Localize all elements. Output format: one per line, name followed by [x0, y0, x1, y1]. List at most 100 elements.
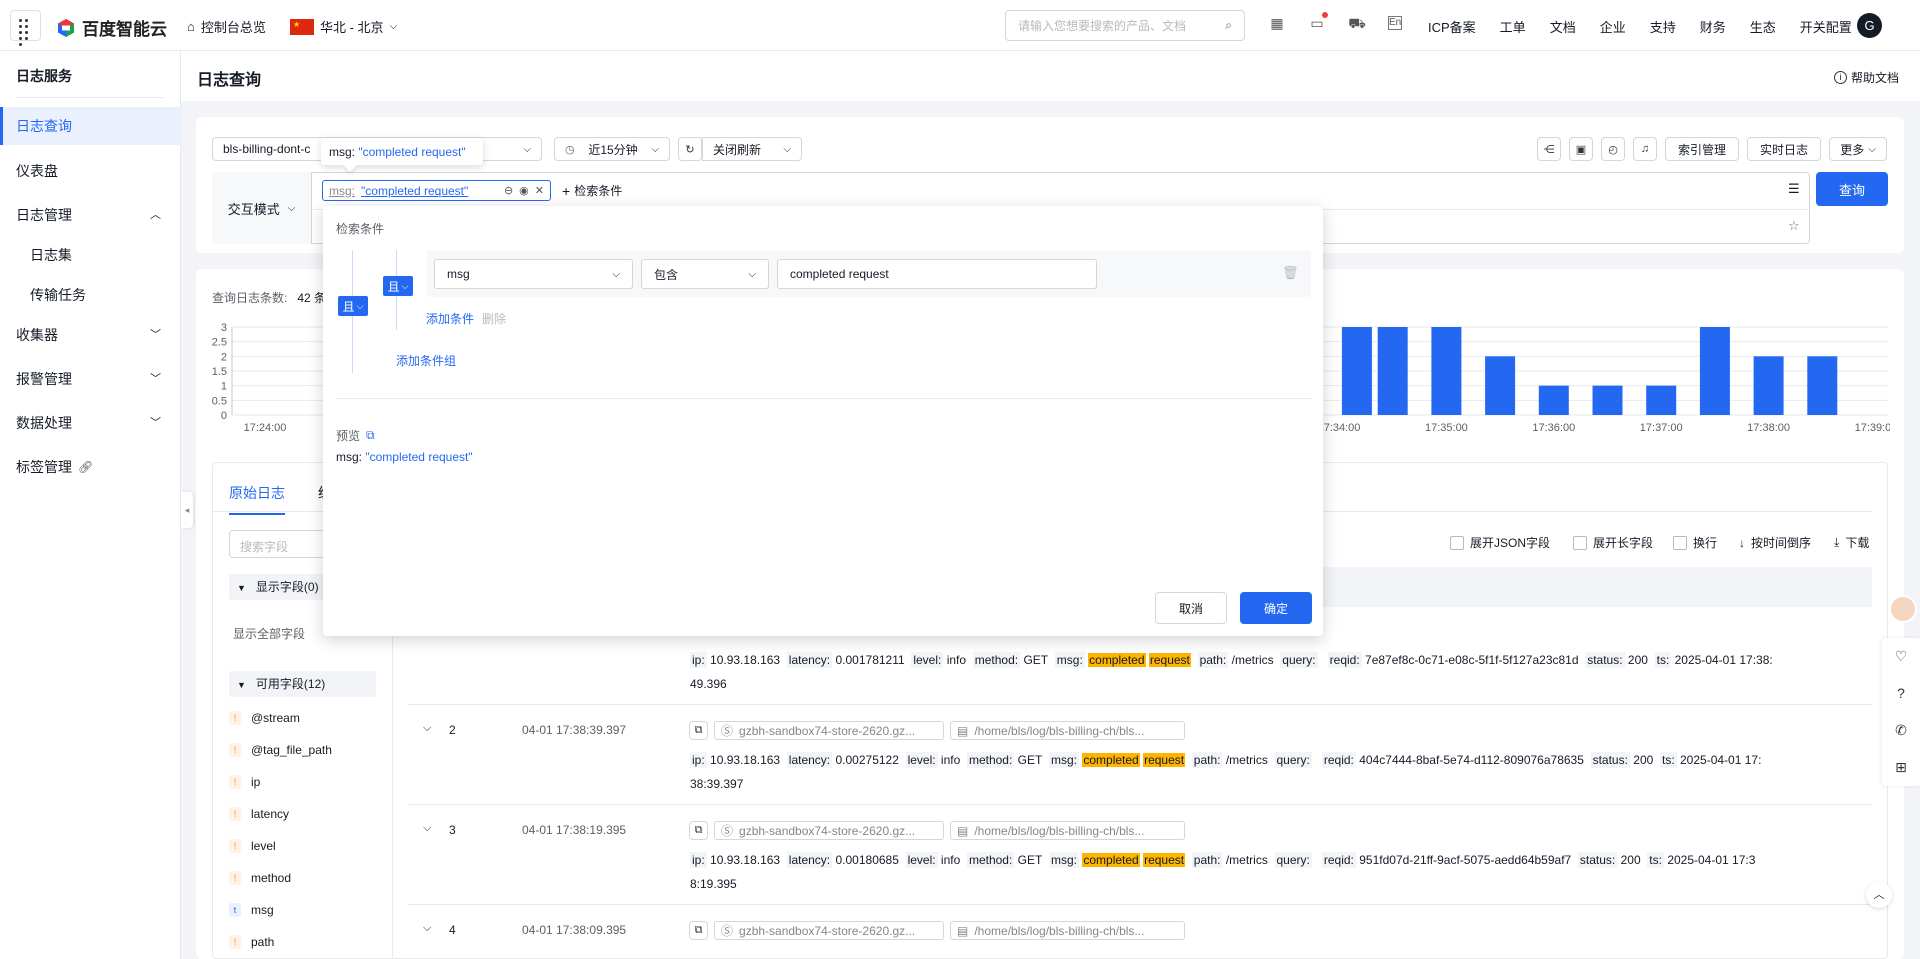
realtime-log-button[interactable]: 实时日志 [1747, 137, 1821, 161]
field-item[interactable]: ! ip [229, 775, 260, 789]
field-item[interactable]: ! level [229, 839, 276, 853]
history-icon[interactable]: ◴ [1601, 137, 1625, 161]
brand-logo[interactable]: 百度智能云 [56, 15, 167, 40]
checkbox[interactable] [1673, 535, 1687, 550]
list-format-icon[interactable]: ☰ [1788, 181, 1800, 197]
sidebar-item-transfer-task[interactable]: 传输任务 [0, 276, 181, 314]
disable-icon[interactable]: ⊖ [504, 184, 513, 197]
refresh-icon[interactable]: ↻ [678, 137, 702, 161]
host-tag[interactable]: Ⓢgzbh-sandbox74-store-2620.gz... [714, 921, 944, 940]
file-tag[interactable]: ▤ /home/bls/log/bls-billing-ch/bls... [950, 821, 1185, 840]
expand-json-option[interactable]: 展开JSON字段 [1450, 534, 1550, 551]
time-range-select[interactable]: ◷ 近15分钟 ⌵ [554, 137, 670, 161]
condition-chip[interactable]: msg: "completed request" ⊖ ◉ ✕ [322, 180, 551, 201]
file-tag[interactable]: ▤ /home/bls/log/bls-billing-ch/bls... [950, 921, 1185, 940]
delete-button[interactable]: 删除 [482, 310, 506, 327]
sidebar-item-data-processing[interactable]: 数据处理 ﹀ [0, 404, 181, 442]
field-item[interactable]: ! latency [229, 807, 289, 821]
chevron-down-icon[interactable]: ⌵ [423, 822, 431, 835]
copy-icon[interactable]: ⧉ [366, 428, 375, 443]
save-icon[interactable]: ▣ [1569, 137, 1593, 161]
mode-select[interactable]: 交互模式 ⌵ [212, 172, 312, 244]
topbar-link-enterprise[interactable]: 企业 [1600, 17, 1626, 36]
global-search-input[interactable]: 请输入您想要搜索的产品、文档 ⌕ [1005, 10, 1245, 41]
sidebar-collapse-handle[interactable]: ◂ [181, 492, 193, 528]
sidebar-item-alarm[interactable]: 报警管理 ﹀ [0, 360, 181, 398]
auto-refresh-select[interactable]: 关闭刷新 ⌵ [702, 137, 802, 161]
field-item[interactable]: ! @tag_file_path [229, 743, 332, 757]
region-selector[interactable]: 华北 - 北京 ⌵ [290, 17, 397, 36]
topbar-link-support[interactable]: 支持 [1650, 17, 1676, 36]
heart-icon[interactable]: ♡ [1882, 638, 1920, 675]
user-avatar[interactable]: G [1857, 13, 1882, 38]
copy-icon[interactable]: ⧉ [689, 821, 708, 840]
add-search-condition-button[interactable]: + 检索条件 [562, 182, 622, 199]
confirm-button[interactable]: 确定 [1240, 592, 1312, 624]
host-tag[interactable]: Ⓢgzbh-sandbox74-store-2620.gz... [714, 821, 944, 840]
message-icon[interactable]: ▭ [1308, 12, 1328, 32]
ip-value: 10.93.18.163 [710, 753, 781, 767]
operator-select[interactable]: 包含 ⌵ [641, 259, 769, 289]
expand-long-field-option[interactable]: 展开长字段 [1573, 534, 1653, 551]
inner-logic-select[interactable]: 且 ⌵ [383, 276, 413, 296]
topbar-link-docs[interactable]: 文档 [1550, 17, 1576, 36]
value-input[interactable]: completed request [777, 259, 1097, 289]
chevron-down-icon[interactable]: ⌵ [423, 922, 431, 935]
field-name: @tag_file_path [251, 743, 332, 757]
wrap-option[interactable]: 换行 [1673, 534, 1717, 551]
field-item[interactable]: ! path [229, 935, 274, 949]
star-icon[interactable]: ☆ [1788, 218, 1800, 234]
customer-service-avatar[interactable] [1889, 595, 1917, 623]
console-home-link[interactable]: ⌂ 控制台总览 [187, 17, 266, 36]
row-time: 04-01 17:38:09.395 [522, 923, 627, 937]
sort-desc-button[interactable]: ↓ 按时间倒序 [1739, 534, 1811, 551]
index-management-button[interactable]: 索引管理 [1665, 137, 1739, 161]
close-icon[interactable]: ✕ [535, 184, 544, 197]
sidebar-item-log-query[interactable]: 日志查询 [0, 107, 181, 145]
histogram-bar [1341, 327, 1372, 415]
download-button[interactable]: ⤓ 下载 [1834, 534, 1869, 551]
phone-icon[interactable]: ✆ [1882, 712, 1920, 749]
sidebar-item-dashboard[interactable]: 仪表盘 [0, 152, 181, 190]
field-item[interactable]: ! method [229, 871, 291, 885]
chevron-down-icon[interactable]: ⌵ [423, 722, 431, 735]
help-circle-icon[interactable]: ? [1882, 675, 1920, 712]
copy-icon[interactable]: ⧉ [689, 921, 708, 940]
qrcode-icon[interactable]: ▦ [1268, 14, 1286, 32]
host-tag[interactable]: Ⓢgzbh-sandbox74-store-2620.gz... [714, 721, 944, 740]
add-condition-button[interactable]: 添加条件 [426, 310, 474, 327]
available-fields-group[interactable]: ▼ 可用字段(12) [229, 671, 376, 697]
app-menu-icon[interactable] [10, 10, 41, 46]
sidebar-item-collector[interactable]: 收集器 ﹀ [0, 316, 181, 354]
sidebar-item-tag-management[interactable]: 标签管理 🔗︎ [0, 448, 181, 486]
outer-logic-select[interactable]: 且 ⌵ [338, 296, 368, 316]
help-doc-link[interactable]: i 帮助文档 [1834, 69, 1899, 86]
cancel-button[interactable]: 取消 [1155, 592, 1227, 624]
topbar-link-icp[interactable]: ICP备案 [1428, 17, 1476, 36]
search-icon[interactable]: ⌕ [1225, 18, 1232, 33]
topbar-link-config[interactable]: 开关配置 [1800, 17, 1852, 36]
more-button[interactable]: 更多 ⌵ [1829, 137, 1887, 161]
sidebar-item-log-management[interactable]: 日志管理 ︿ [0, 196, 181, 234]
eye-icon[interactable]: ◉ [519, 184, 529, 197]
sidebar-item-logset[interactable]: 日志集 [0, 236, 181, 274]
checkbox[interactable] [1450, 535, 1464, 550]
file-tag[interactable]: ▤ /home/bls/log/bls-billing-ch/bls... [950, 721, 1185, 740]
language-icon[interactable]: En [1388, 16, 1402, 30]
checkbox[interactable] [1573, 535, 1587, 550]
back-to-top-icon[interactable]: ︿ [1866, 882, 1892, 908]
apps-icon[interactable]: ⊞ [1882, 749, 1920, 786]
field-item[interactable]: ! @stream [229, 711, 300, 725]
copy-icon[interactable]: ⧉ [689, 721, 708, 740]
bell-icon[interactable]: ♫ [1633, 137, 1657, 161]
topbar-link-ticket[interactable]: 工单 [1500, 17, 1526, 36]
topbar-link-ecosystem[interactable]: 生态 [1750, 17, 1776, 36]
add-condition-group-button[interactable]: 添加条件组 [396, 352, 456, 369]
query-button[interactable]: 查询 [1816, 172, 1888, 206]
topbar-link-finance[interactable]: 财务 [1700, 17, 1726, 36]
field-select[interactable]: msg ⌵ [434, 259, 633, 289]
share-icon[interactable]: ⋲ [1537, 137, 1561, 161]
field-item[interactable]: t msg [229, 903, 274, 917]
trash-icon[interactable]: 🗑︎ [1282, 265, 1299, 281]
cart-icon[interactable]: ⛟ [1348, 14, 1366, 32]
